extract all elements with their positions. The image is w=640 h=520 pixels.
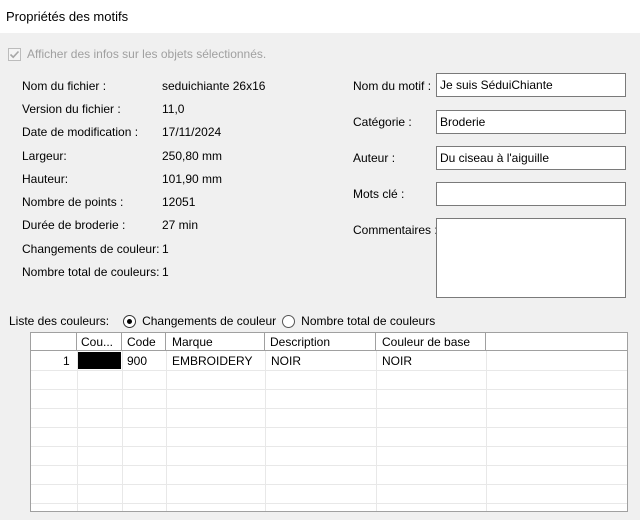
color-code: 900 [127,354,148,368]
grid-line [31,389,627,390]
total-colors-label: Nombre total de couleurs: [22,265,160,279]
file-name-label: Nom du fichier : [22,79,107,93]
author-label: Auteur : [353,151,396,165]
height-value: 101,90 mm [162,172,223,186]
width-value: 250,80 mm [162,149,223,163]
show-info-label: Afficher des infos sur les objets sélect… [27,47,267,61]
grid-line [31,370,627,371]
total-colors-radio[interactable] [282,314,296,328]
color-brand: EMBROIDERY [172,354,253,368]
color-changes-radio-label[interactable]: Changements de couleur [142,314,276,328]
table-header: Cou... Code Marque Description Couleur d… [31,333,627,351]
colors-list-label: Liste des couleurs: [9,314,110,328]
grid-line [166,351,167,511]
comments-textarea[interactable] [436,218,626,298]
file-version-value: 11,0 [162,102,185,116]
grid-line [31,484,627,485]
grid-line [77,351,78,511]
author-input[interactable] [436,146,626,170]
file-version-label: Version du fichier : [22,102,121,116]
column-header-base-color[interactable]: Couleur de base [376,333,486,351]
embroidery-time-value: 27 min [162,218,199,232]
stitch-count-label: Nombre de points : [22,195,124,209]
grid-line [486,351,487,511]
colors-table[interactable]: Cou... Code Marque Description Couleur d… [30,332,628,512]
category-label: Catégorie : [353,115,412,129]
colors-list-row: Liste des couleurs: Changements de coule… [9,313,435,329]
show-info-checkbox-row: Afficher des infos sur les objets sélect… [8,46,266,62]
show-info-checkbox[interactable] [8,47,21,61]
color-description: NOIR [271,354,301,368]
modified-date-label: Date de modification : [22,125,139,139]
column-header-description[interactable]: Description [265,333,376,351]
embroidery-time-label: Durée de broderie : [22,218,126,232]
grid-line [265,351,266,511]
title-bar: Propriétés des motifs [0,0,640,33]
grid-line [31,465,627,466]
grid-line [122,351,123,511]
file-name-value: seduichiante 26x16 [162,79,266,93]
total-colors-radio-label[interactable]: Nombre total de couleurs [301,314,435,328]
grid-line [31,427,627,428]
column-header-brand[interactable]: Marque [166,333,265,351]
grid-line [31,446,627,447]
column-header-index[interactable] [31,333,77,351]
color-swatch [78,352,121,369]
modified-date-value: 17/11/2024 [162,125,222,139]
row-index: 1 [63,354,70,368]
category-input[interactable] [436,110,626,134]
keywords-input[interactable] [436,182,626,206]
motif-name-input[interactable] [436,73,626,97]
height-label: Hauteur: [22,172,69,186]
stitch-count-value: 12051 [162,195,196,209]
color-changes-radio[interactable] [123,314,137,328]
keywords-label: Mots clé : [353,187,405,201]
comments-label: Commentaires : [353,223,438,237]
motif-name-label: Nom du motif : [353,79,432,93]
total-colors-value: 1 [162,265,169,279]
base-color: NOIR [382,354,412,368]
color-changes-value: 1 [162,242,169,256]
color-changes-label: Changements de couleur: [22,242,160,256]
column-header-color[interactable]: Cou... [77,333,122,351]
radio-selected-dot [127,318,133,324]
grid-line [376,351,377,511]
checkmark-icon [9,50,20,58]
width-label: Largeur: [22,149,67,163]
window-title: Propriétés des motifs [6,9,129,24]
grid-line [31,408,627,409]
grid-line [31,503,627,504]
column-header-code[interactable]: Code [122,333,166,351]
